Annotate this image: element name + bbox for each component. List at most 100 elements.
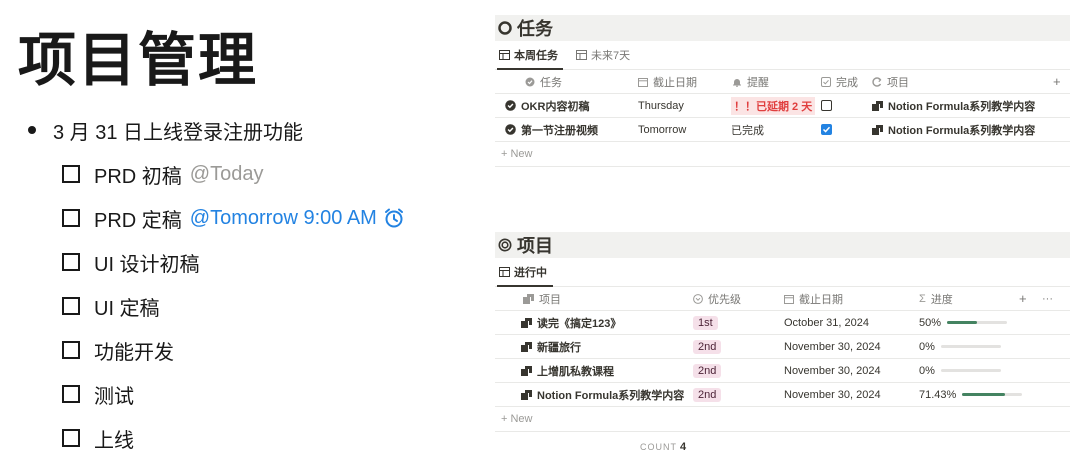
project-title-cell[interactable]: 读完《搞定123》 xyxy=(521,315,621,331)
done-checkbox[interactable] xyxy=(821,124,832,135)
database-title[interactable]: 项目 xyxy=(495,232,1070,258)
due-cell[interactable]: Tomorrow xyxy=(638,124,686,136)
todo-checkbox[interactable] xyxy=(62,429,80,447)
todo-label: UI 设计初稿 xyxy=(94,253,200,276)
progress-cell: 0% xyxy=(919,341,1001,353)
table-icon xyxy=(499,267,510,277)
tab-label: 未来7天 xyxy=(591,50,631,62)
due-cell[interactable]: November 30, 2024 xyxy=(784,365,881,377)
bullet-item: 3 月 31 日上线登录注册功能 xyxy=(28,113,303,147)
table-header-row: 任务 截止日期 提醒 完成 项目 + xyxy=(495,70,1070,94)
bullet-dot xyxy=(28,126,36,134)
page-icon xyxy=(521,341,532,352)
priority-tag: 2nd xyxy=(693,339,722,354)
due-cell[interactable]: Thursday xyxy=(638,100,684,112)
todo-item: 功能开发 xyxy=(62,333,174,367)
target-icon xyxy=(498,238,512,252)
overdue-badge: ！！已延期 2 天 xyxy=(731,96,816,115)
tab-next-7-days[interactable]: 未来7天 xyxy=(572,41,634,69)
table-row[interactable]: OKR内容初稿 Thursday ！！已延期 2 天 Notion Formul… xyxy=(495,94,1070,118)
new-row-button[interactable]: + New xyxy=(495,407,1070,432)
progress-bar xyxy=(947,321,1008,324)
view-tabs: 本周任务 未来7天 xyxy=(495,41,1070,70)
todo-label: UI 定稿 xyxy=(94,297,160,320)
project-relation-cell[interactable]: Notion Formula系列教学内容 xyxy=(872,98,1035,114)
projects-database: 项目 进行中 项目 优先级 截止日期 Σ 进度 + ··· 读完《搞定123》 … xyxy=(495,232,1070,453)
done-checkbox[interactable] xyxy=(821,100,832,111)
due-cell[interactable]: November 30, 2024 xyxy=(784,389,881,401)
column-header-task[interactable]: 任务 xyxy=(525,74,562,90)
check-circle-icon xyxy=(525,77,535,87)
todo-label: 测试 xyxy=(94,385,134,408)
priority-cell[interactable]: 2nd xyxy=(693,339,722,354)
priority-tag: 1st xyxy=(693,315,718,330)
column-header-progress[interactable]: Σ 进度 xyxy=(919,291,953,307)
page-icon xyxy=(521,365,532,376)
table-icon xyxy=(499,50,510,60)
project-title-cell[interactable]: 新疆旅行 xyxy=(521,339,581,355)
progress-bar xyxy=(962,393,1023,396)
page-icon xyxy=(872,100,883,111)
view-tabs: 进行中 xyxy=(495,258,1070,287)
calendar-icon xyxy=(784,294,794,304)
date-mention[interactable]: @Tomorrow 9:00 AM xyxy=(190,207,377,230)
priority-tag: 2nd xyxy=(693,387,722,402)
column-header-done[interactable]: 完成 xyxy=(821,74,858,90)
database-title-text: 任务 xyxy=(517,19,553,39)
alarm-clock-icon xyxy=(383,207,405,229)
tab-this-week[interactable]: 本周任务 xyxy=(495,41,562,69)
table-row[interactable]: 上增肌私教课程 2nd November 30, 2024 0% xyxy=(495,359,1070,383)
database-title[interactable]: 任务 xyxy=(495,15,1070,41)
todo-checkbox[interactable] xyxy=(62,385,80,403)
todo-checkbox[interactable] xyxy=(62,297,80,315)
progress-label: 71.43% xyxy=(919,388,957,401)
count-summary[interactable]: COUNT 4 xyxy=(640,441,686,453)
priority-cell[interactable]: 2nd xyxy=(693,387,722,402)
date-mention[interactable]: @Today xyxy=(190,163,264,186)
progress-cell: 0% xyxy=(919,365,1001,377)
reminder-cell: 已完成 xyxy=(731,124,764,137)
column-header-due[interactable]: 截止日期 xyxy=(784,291,843,307)
table-row[interactable]: 第一节注册视频 Tomorrow 已完成 Notion Formula系列教学内… xyxy=(495,118,1070,142)
todo-label: 上线 xyxy=(94,429,134,452)
column-header-priority[interactable]: 优先级 xyxy=(693,291,741,307)
todo-checkbox[interactable] xyxy=(62,165,80,183)
column-header-reminder[interactable]: 提醒 xyxy=(732,74,769,90)
todo-item: UI 设计初稿 xyxy=(62,245,200,279)
relation-icon xyxy=(872,76,882,87)
count-value: 4 xyxy=(680,441,687,453)
column-header-due[interactable]: 截止日期 xyxy=(638,74,697,90)
tab-in-progress[interactable]: 进行中 xyxy=(495,258,551,286)
progress-label: 0% xyxy=(919,340,935,353)
progress-bar xyxy=(940,345,1001,348)
todo-checkbox[interactable] xyxy=(62,253,80,271)
project-relation-cell[interactable]: Notion Formula系列教学内容 xyxy=(872,122,1035,138)
table-row[interactable]: 新疆旅行 2nd November 30, 2024 0% xyxy=(495,335,1070,359)
tasks-database: 任务 本周任务 未来7天 任务 截止日期 提醒 完成 项目 + OKR内容初稿 … xyxy=(495,15,1070,167)
table-row[interactable]: Notion Formula系列教学内容 2nd November 30, 20… xyxy=(495,383,1070,407)
due-cell[interactable]: October 31, 2024 xyxy=(784,317,869,329)
task-title-cell[interactable]: 第一节注册视频 xyxy=(505,122,598,138)
page-title: 项目管理 xyxy=(18,28,259,93)
project-title-cell[interactable]: Notion Formula系列教学内容 xyxy=(521,387,684,403)
todo-item: PRD 初稿 @Today xyxy=(62,157,263,191)
project-title-cell[interactable]: 上增肌私教课程 xyxy=(521,363,614,379)
todo-checkbox[interactable] xyxy=(62,341,80,359)
column-header-project[interactable]: 项目 xyxy=(523,291,561,307)
todo-checkbox[interactable] xyxy=(62,209,80,227)
table-row[interactable]: 读完《搞定123》 1st October 31, 2024 50% xyxy=(495,311,1070,335)
progress-cell: 50% xyxy=(919,317,1008,329)
column-header-project[interactable]: 项目 xyxy=(872,74,909,90)
priority-cell[interactable]: 2nd xyxy=(693,363,722,378)
priority-cell[interactable]: 1st xyxy=(693,315,718,330)
page-icon xyxy=(872,124,883,135)
progress-label: 0% xyxy=(919,364,935,377)
add-column-button[interactable]: + xyxy=(1053,74,1061,89)
new-row-button[interactable]: + New xyxy=(495,142,1070,167)
add-column-button[interactable]: + xyxy=(1019,291,1027,306)
task-title-cell[interactable]: OKR内容初稿 xyxy=(505,98,589,114)
calendar-icon xyxy=(638,77,648,87)
page-icon xyxy=(521,389,532,400)
more-options-button[interactable]: ··· xyxy=(1042,293,1053,305)
due-cell[interactable]: November 30, 2024 xyxy=(784,341,881,353)
